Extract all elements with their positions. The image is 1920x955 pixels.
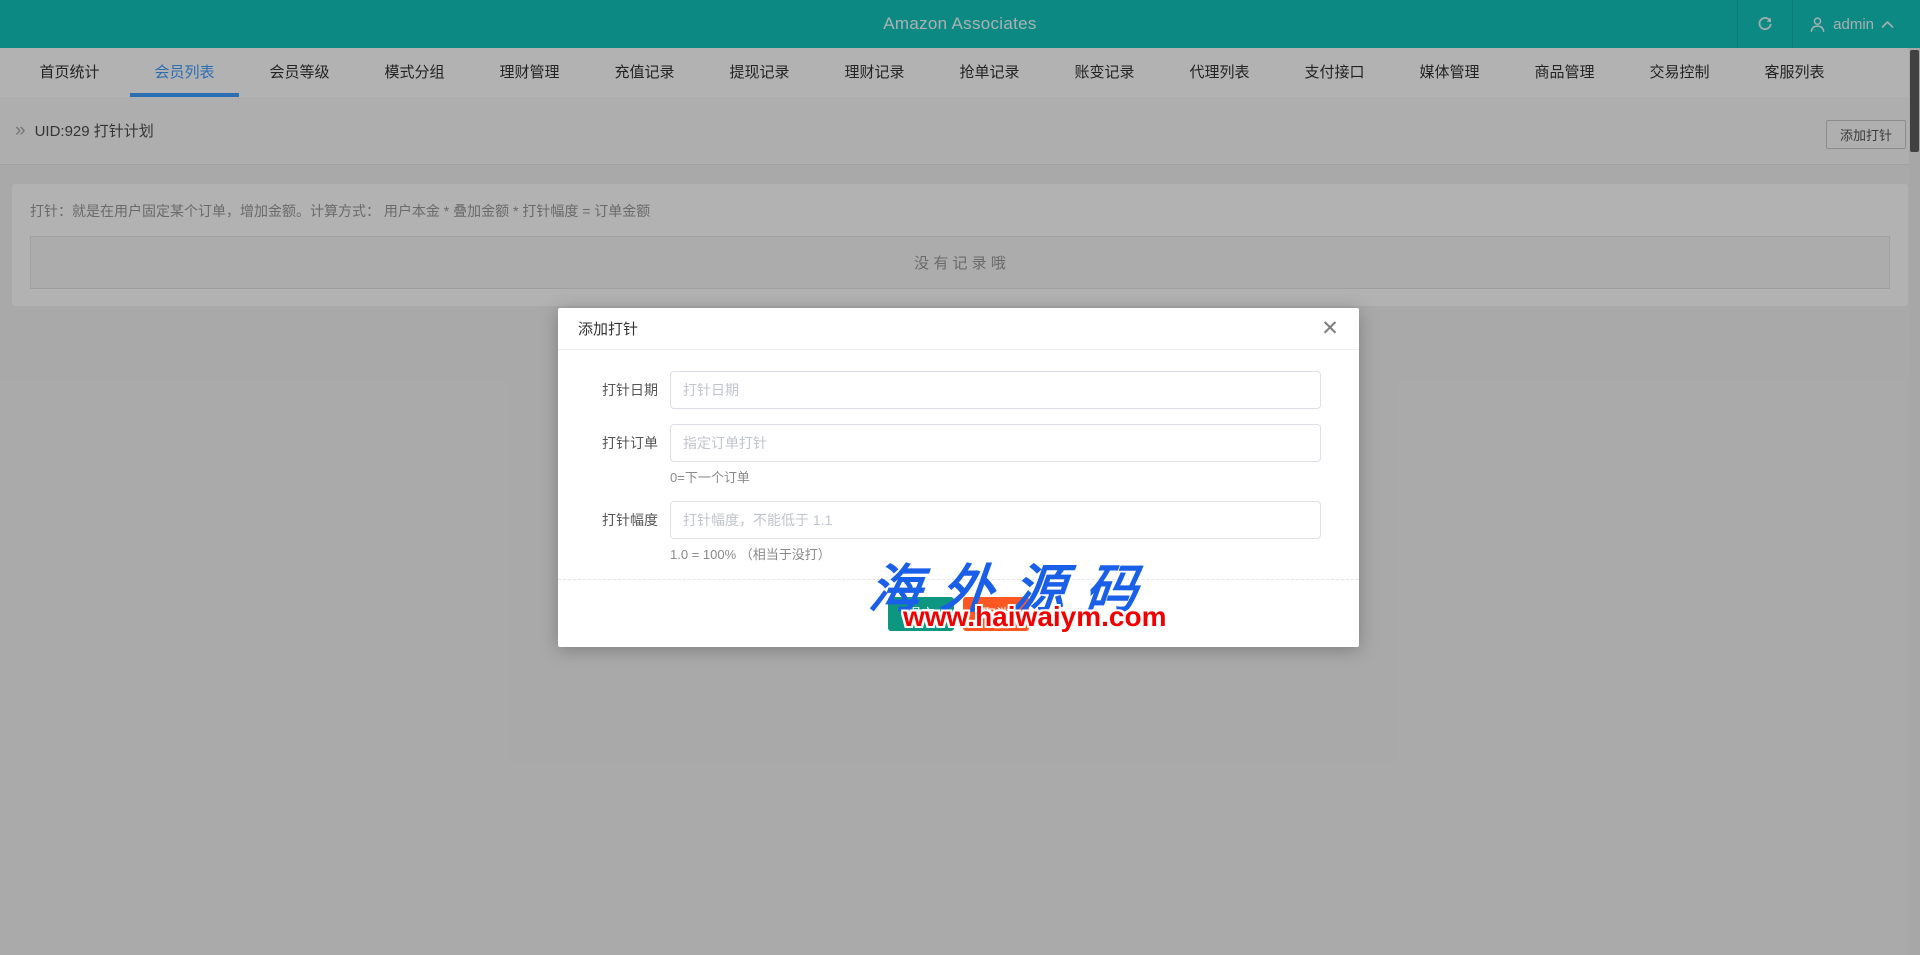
injection-order-helper: 0=下一个订单 xyxy=(670,469,1321,486)
close-icon[interactable]: ✕ xyxy=(1317,316,1343,342)
modal-title: 添加打针 xyxy=(578,318,638,339)
watermark-url: www.haiwaiym.com xyxy=(903,601,1166,633)
injection-rate-input[interactable] xyxy=(670,501,1321,539)
injection-rate-label: 打针幅度 xyxy=(582,501,670,539)
injection-order-input[interactable] xyxy=(670,424,1321,462)
modal-form: 打针日期 打针订单 0=下一个订单 打针幅度 1.0 = 100% （相当于没打… xyxy=(558,371,1359,563)
injection-date-input[interactable] xyxy=(670,371,1321,409)
injection-order-label: 打针订单 xyxy=(582,424,670,462)
modal-header: 添加打针 xyxy=(558,308,1359,350)
injection-date-label: 打针日期 xyxy=(582,371,670,409)
